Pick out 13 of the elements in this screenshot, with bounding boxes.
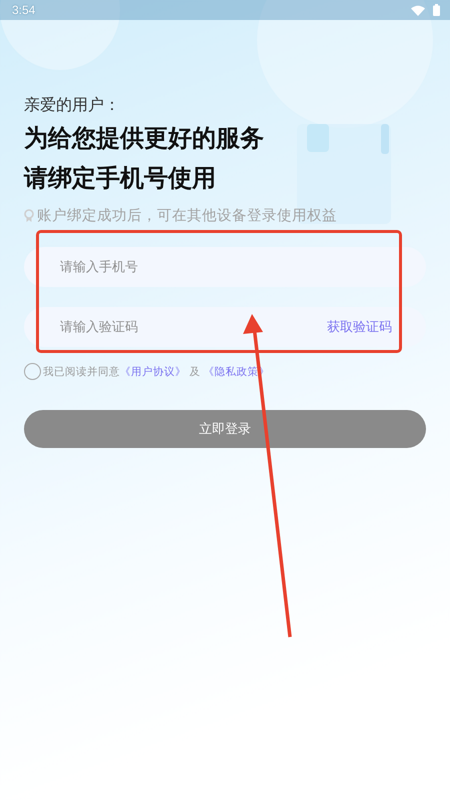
battery-icon [433,4,440,16]
status-time: 3:54 [12,3,36,17]
greeting-text: 亲爱的用户： [24,94,121,116]
hint-text: 账户绑定成功后，可在其他设备登录使用权益 [37,206,337,225]
agree-checkbox[interactable] [24,363,41,380]
get-code-link[interactable]: 获取验证码 [327,318,392,336]
user-agreement-link[interactable]: 《用户协议》 [120,366,186,378]
wifi-icon [411,4,425,16]
headline-text: 请绑定手机号使用 [24,163,217,194]
medal-icon [24,209,34,222]
login-button[interactable]: 立即登录 [24,410,426,448]
headline-text: 为给您提供更好的服务 [24,123,265,154]
phone-field[interactable]: 请输入手机号 [24,247,426,287]
